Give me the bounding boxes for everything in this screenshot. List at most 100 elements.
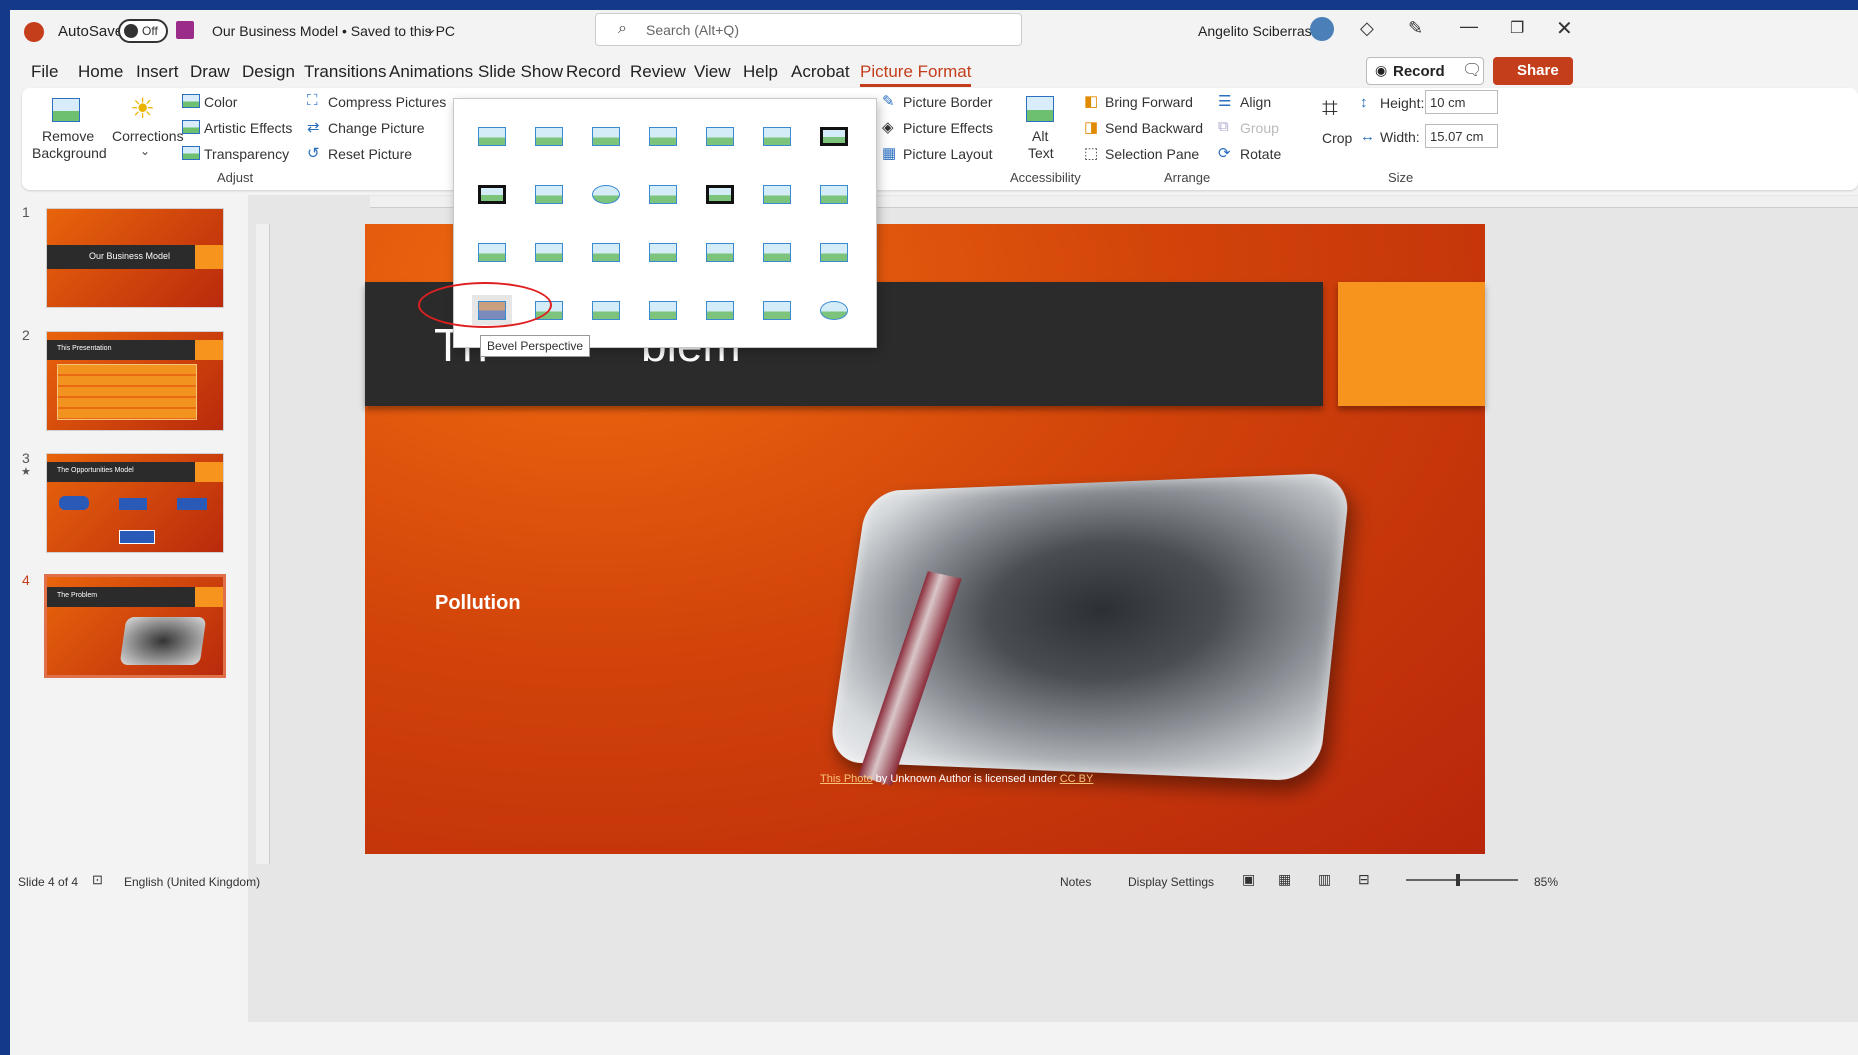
corrections-button[interactable]: Corrections [112, 128, 184, 144]
zoom-slider[interactable] [1406, 874, 1518, 886]
picture-style-thumbnail[interactable] [529, 121, 569, 151]
picture-style-thumbnail[interactable] [643, 179, 683, 209]
picture-style-thumbnail[interactable] [814, 295, 854, 325]
slide-body-text[interactable]: Pollution [435, 592, 521, 615]
picture-style-thumbnail[interactable] [586, 121, 626, 151]
normal-view-icon[interactable]: ▣ [1242, 871, 1255, 888]
pen-icon[interactable]: ✎ [1408, 18, 1423, 39]
picture-style-thumbnail[interactable] [643, 237, 683, 267]
slideshow-icon[interactable]: ⊟ [1358, 871, 1370, 888]
restore-icon[interactable]: ❐ [1510, 18, 1524, 38]
tab-insert[interactable]: Insert [136, 62, 179, 82]
save-icon[interactable] [176, 21, 194, 39]
picture-style-thumbnail[interactable] [814, 121, 854, 151]
picture-style-thumbnail[interactable] [529, 179, 569, 209]
picture-style-thumbnail[interactable] [643, 295, 683, 325]
comment-icon[interactable]: 🗨 [1462, 60, 1482, 80]
alt-text-label[interactable]: Alt [1032, 128, 1048, 144]
group-button[interactable]: Group [1240, 120, 1279, 136]
slide-sorter-icon[interactable]: ▦ [1278, 871, 1291, 888]
chevron-down-icon[interactable]: ⌄ [426, 21, 437, 37]
tab-help[interactable]: Help [743, 62, 778, 82]
picture-style-thumbnail[interactable] [814, 179, 854, 209]
document-title[interactable]: Our Business Model • Saved to this PC [212, 23, 455, 39]
tab-file[interactable]: File [31, 62, 58, 82]
tab-draw[interactable]: Draw [190, 62, 230, 82]
autosave-toggle[interactable]: Off [118, 19, 168, 43]
tab-view[interactable]: View [694, 62, 731, 82]
share-button[interactable]: Share [1493, 57, 1573, 85]
picture-style-thumbnail[interactable] [814, 237, 854, 267]
search-box[interactable]: ⌕ Search (Alt+Q) [595, 13, 1022, 46]
diamond-icon[interactable]: ◇ [1360, 18, 1374, 39]
accessibility-icon[interactable]: ⊡ [92, 872, 103, 888]
zoom-level[interactable]: 85% [1534, 875, 1558, 889]
chimney [858, 571, 962, 786]
tab-home[interactable]: Home [78, 62, 123, 82]
slide-thumbnail[interactable]: The Opportunities Model [46, 453, 224, 553]
picture-style-thumbnail[interactable] [472, 237, 512, 267]
send-backward-button[interactable]: Send Backward [1105, 120, 1203, 136]
picture-style-thumbnail[interactable] [643, 121, 683, 151]
selection-pane-button[interactable]: Selection Pane [1105, 146, 1199, 162]
pollution-photo[interactable] [827, 472, 1352, 786]
avatar[interactable] [1310, 17, 1334, 41]
picture-style-thumbnail[interactable] [586, 295, 626, 325]
picture-style-thumbnail[interactable] [586, 179, 626, 209]
picture-style-thumbnail[interactable] [700, 295, 740, 325]
language-status[interactable]: English (United Kingdom) [124, 875, 260, 889]
alt-text-label-2[interactable]: Text [1028, 145, 1054, 161]
change-picture-button[interactable]: Change Picture [328, 120, 425, 136]
caption-link-license[interactable]: CC BY [1060, 773, 1094, 785]
tab-animations[interactable]: Animations [389, 62, 473, 82]
picture-border-button[interactable]: Picture Border [903, 94, 992, 110]
picture-effects-button[interactable]: Picture Effects [903, 120, 993, 136]
slide-thumbnail[interactable]: This Presentation [46, 331, 224, 431]
crop-icon: ⌗ [1322, 92, 1338, 123]
chevron-down-icon[interactable]: ⌄ [140, 144, 150, 158]
caption-link-photo[interactable]: This Photo [820, 773, 873, 785]
picture-style-thumbnail[interactable] [700, 179, 740, 209]
compress-pictures-button[interactable]: Compress Pictures [328, 94, 446, 110]
picture-style-thumbnail[interactable] [529, 237, 569, 267]
picture-style-preview [535, 185, 563, 204]
picture-style-thumbnail[interactable] [757, 295, 797, 325]
tab-design[interactable]: Design [242, 62, 295, 82]
tab-transitions[interactable]: Transitions [304, 62, 387, 82]
picture-style-thumbnail[interactable] [757, 121, 797, 151]
picture-style-thumbnail[interactable] [757, 179, 797, 209]
picture-style-thumbnail[interactable] [472, 179, 512, 209]
rotate-button[interactable]: Rotate [1240, 146, 1281, 162]
slide-thumbnail-selected[interactable]: The Problem [44, 574, 226, 678]
height-input[interactable]: 10 cm [1425, 90, 1498, 114]
tab-picture-format[interactable]: Picture Format [860, 62, 972, 87]
bring-forward-button[interactable]: Bring Forward [1105, 94, 1193, 110]
align-button[interactable]: Align [1240, 94, 1271, 110]
slide-thumbnail[interactable]: Our Business Model [46, 208, 224, 308]
transparency-button[interactable]: Transparency [204, 146, 289, 162]
picture-style-thumbnail[interactable] [586, 237, 626, 267]
width-input[interactable]: 15.07 cm [1425, 124, 1498, 148]
tab-acrobat[interactable]: Acrobat [791, 62, 850, 82]
reading-view-icon[interactable]: ▥ [1318, 871, 1331, 888]
picture-style-thumbnail[interactable] [472, 121, 512, 151]
color-button[interactable]: Color [204, 94, 237, 110]
tab-slide-show[interactable]: Slide Show [478, 62, 563, 82]
picture-style-thumbnail[interactable] [757, 237, 797, 267]
crop-button[interactable]: Crop [1322, 130, 1352, 146]
picture-style-thumbnail[interactable] [700, 237, 740, 267]
picture-layout-button[interactable]: Picture Layout [903, 146, 993, 162]
user-name[interactable]: Angelito Sciberras [1198, 23, 1312, 39]
display-settings-button[interactable]: Display Settings [1128, 875, 1214, 889]
zoom-thumb[interactable] [1456, 874, 1460, 886]
tab-review[interactable]: Review [630, 62, 686, 82]
close-icon[interactable]: ✕ [1556, 16, 1573, 41]
remove-background-label-2[interactable]: Background [32, 145, 107, 161]
picture-style-thumbnail[interactable] [700, 121, 740, 151]
minimize-icon[interactable]: — [1460, 16, 1478, 37]
notes-button[interactable]: Notes [1060, 875, 1091, 889]
reset-picture-button[interactable]: Reset Picture [328, 146, 412, 162]
tab-record[interactable]: Record [566, 62, 621, 82]
artistic-effects-button[interactable]: Artistic Effects [204, 120, 292, 136]
remove-background-label[interactable]: Remove [42, 128, 94, 144]
